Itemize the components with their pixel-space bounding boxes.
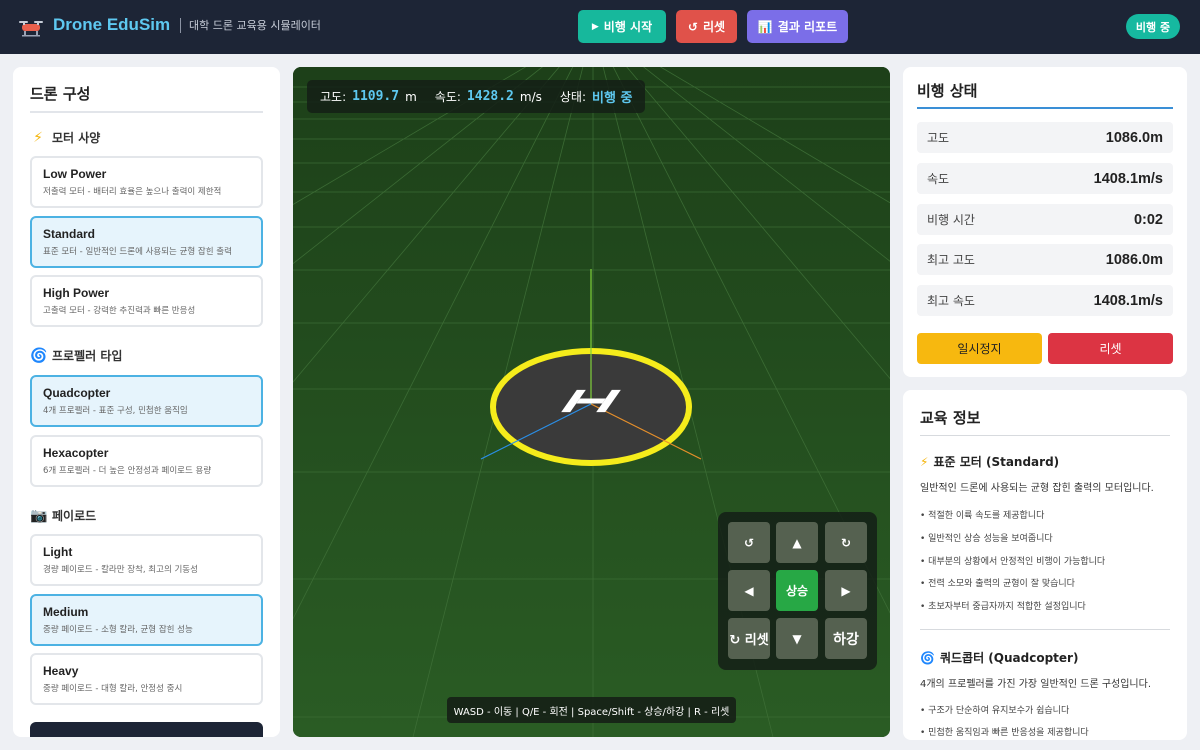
hud-altitude-value: 1109.7 <box>352 89 400 104</box>
status-reset-button[interactable]: 리셋 <box>1048 333 1173 364</box>
rotate-left-button[interactable]: ↺ <box>728 522 770 563</box>
stat-speed: 속도 1408.1m/s <box>917 163 1173 194</box>
propeller-info-heading: 🌀 쿼드콥터 (Quadcopter) <box>920 650 1079 666</box>
control-reset-button[interactable]: ↻ 리셋 <box>728 618 770 659</box>
list-item: • 구조가 단순하여 유지보수가 쉽습니다 <box>920 706 1070 716</box>
flight-status-title: 비행 상태 <box>917 82 978 100</box>
hud-altitude-unit: m <box>405 89 417 104</box>
payload-option-light[interactable]: Light 경량 페이로드 - 칼라만 장착, 최고의 기동성 <box>30 534 263 586</box>
hud-speed-value: 1428.2 <box>466 89 514 104</box>
hud-state-value: 비행 중 <box>592 91 633 106</box>
camera-icon: 📷 <box>30 507 48 524</box>
cyclone-icon: 🌀 <box>920 650 935 665</box>
propeller-option-hexacopter[interactable]: Hexacopter 6개 프로펠러 - 더 높은 안정성과 페이로드 용량 <box>30 435 263 487</box>
list-item: • 민첩한 움직임과 빠른 반응성을 제공합니다 <box>920 728 1089 738</box>
propeller-info-desc: 4개의 프로펠러를 가진 가장 일반적인 드론 구성입니다. <box>920 679 1152 690</box>
apply-config-button[interactable] <box>30 722 263 737</box>
rotate-right-button[interactable]: ↻ <box>825 522 867 563</box>
flight-hud: 고도: 1109.7 m 속도: 1428.2 m/s 상태: 비행 중 <box>307 80 646 113</box>
list-item: • 초보자부터 중급자까지 적합한 설정입니다 <box>920 602 1086 612</box>
simulation-viewport[interactable]: 고도: 1109.7 m 속도: 1428.2 m/s 상태: 비행 중 ↺ ▲… <box>293 67 890 737</box>
stat-max-altitude: 최고 고도 1086.0m <box>917 244 1173 275</box>
motor-info-desc: 일반적인 드론에 사용되는 균형 잡힌 출력의 모터입니다. <box>920 483 1154 494</box>
divider <box>917 107 1173 109</box>
divider <box>920 435 1170 436</box>
start-flight-button[interactable]: ▶ 비행 시작 <box>578 10 666 43</box>
keyboard-hint: WASD - 이동 | Q/E - 회전 | Space/Shift - 상승/… <box>447 697 736 723</box>
divider <box>30 111 263 113</box>
config-title: 드론 구성 <box>30 85 91 103</box>
ascend-button[interactable]: 상승 <box>776 570 818 611</box>
stat-flight-time: 비행 시간 0:02 <box>917 204 1173 235</box>
backward-button[interactable]: ▼ <box>776 618 818 659</box>
stat-max-speed: 최고 속도 1408.1m/s <box>917 285 1173 316</box>
motor-option-low-power[interactable]: Low Power 저출력 모터 - 배터리 효율은 높으나 출력이 제한적 <box>30 156 263 208</box>
flight-status-badge: 비행 중 <box>1126 14 1180 39</box>
payload-option-heavy[interactable]: Heavy 중량 페이로드 - 대형 칼라, 안정성 중시 <box>30 653 263 705</box>
play-icon: ▶ <box>591 21 599 32</box>
header-reset-label: 리셋 <box>702 20 726 34</box>
list-item: • 대부분의 상황에서 안정적인 비행이 가능합니다 <box>920 557 1106 567</box>
divider <box>920 629 1170 630</box>
lightning-icon: ⚡ <box>920 454 929 469</box>
motor-section-heading: ⚡ 모터 사양 <box>30 129 100 146</box>
motor-option-standard[interactable]: Standard 표준 모터 - 일반적인 드론에 사용되는 균형 잡힌 출력 <box>30 216 263 268</box>
app-header: Drone EduSim 대학 드론 교육용 시뮬레이터 ▶ 비행 시작 ↺ 리… <box>0 0 1200 54</box>
hud-speed-unit: m/s <box>519 89 542 104</box>
cyclone-icon: 🌀 <box>30 347 48 364</box>
list-item: • 전력 소모와 출력의 균형이 잘 맞습니다 <box>920 579 1075 589</box>
forward-button[interactable]: ▲ <box>776 522 818 563</box>
payload-section-heading: 📷 페이로드 <box>30 507 97 524</box>
propeller-section-heading: 🌀 프로펠러 타입 <box>30 347 123 364</box>
stat-altitude: 고도 1086.0m <box>917 122 1173 153</box>
hud-speed-label: 속도: <box>434 90 461 104</box>
move-left-button[interactable]: ◀ <box>728 570 770 611</box>
hud-altitude-label: 고도: <box>320 90 347 104</box>
motor-option-high-power[interactable]: High Power 고출력 모터 - 강력한 추진력과 빠른 반응성 <box>30 275 263 327</box>
flight-control-pad: ↺ ▲ ↻ ◀ 상승 ▶ ↻ 리셋 ▼ 하강 <box>718 512 877 670</box>
pause-button[interactable]: 일시정지 <box>917 333 1042 364</box>
edu-info-title: 교육 정보 <box>920 409 981 427</box>
report-button[interactable]: 📊 결과 리포트 <box>747 10 848 43</box>
lightning-icon: ⚡ <box>33 129 43 146</box>
app-title: Drone EduSim <box>53 15 171 34</box>
propeller-option-quadcopter[interactable]: Quadcopter 4개 프로펠러 - 표준 구성, 민첩한 움직임 <box>30 375 263 427</box>
hud-state-label: 상태: <box>559 90 586 104</box>
motor-info-heading: ⚡ 표준 모터 (Standard) <box>920 454 1060 470</box>
app-subtitle: 대학 드론 교육용 시뮬레이터 <box>180 18 321 33</box>
reset-icon: ↺ <box>687 19 698 34</box>
list-item: • 일반적인 상승 성능을 보여줍니다 <box>920 534 1053 544</box>
move-right-button[interactable]: ▶ <box>825 570 867 611</box>
payload-option-medium[interactable]: Medium 중량 페이로드 - 소형 칼라, 균형 잡힌 성능 <box>30 594 263 646</box>
education-info-panel: 교육 정보 ⚡ 표준 모터 (Standard) 일반적인 드론에 사용되는 균… <box>903 390 1187 740</box>
drone-logo-icon <box>19 21 43 37</box>
descend-button[interactable]: 하강 <box>825 618 867 659</box>
header-reset-button[interactable]: ↺ 리셋 <box>676 10 737 43</box>
config-panel: 드론 구성 ⚡ 모터 사양 Low Power 저출력 모터 - 배터리 효율은… <box>13 67 280 737</box>
report-label: 결과 리포트 <box>777 20 838 34</box>
list-item: • 적절한 이륙 속도를 제공합니다 <box>920 511 1045 521</box>
start-flight-label: 비행 시작 <box>603 20 653 34</box>
chart-icon: 📊 <box>757 19 773 34</box>
flight-status-panel: 비행 상태 고도 1086.0m 속도 1408.1m/s 비행 시간 0:02… <box>903 67 1187 377</box>
